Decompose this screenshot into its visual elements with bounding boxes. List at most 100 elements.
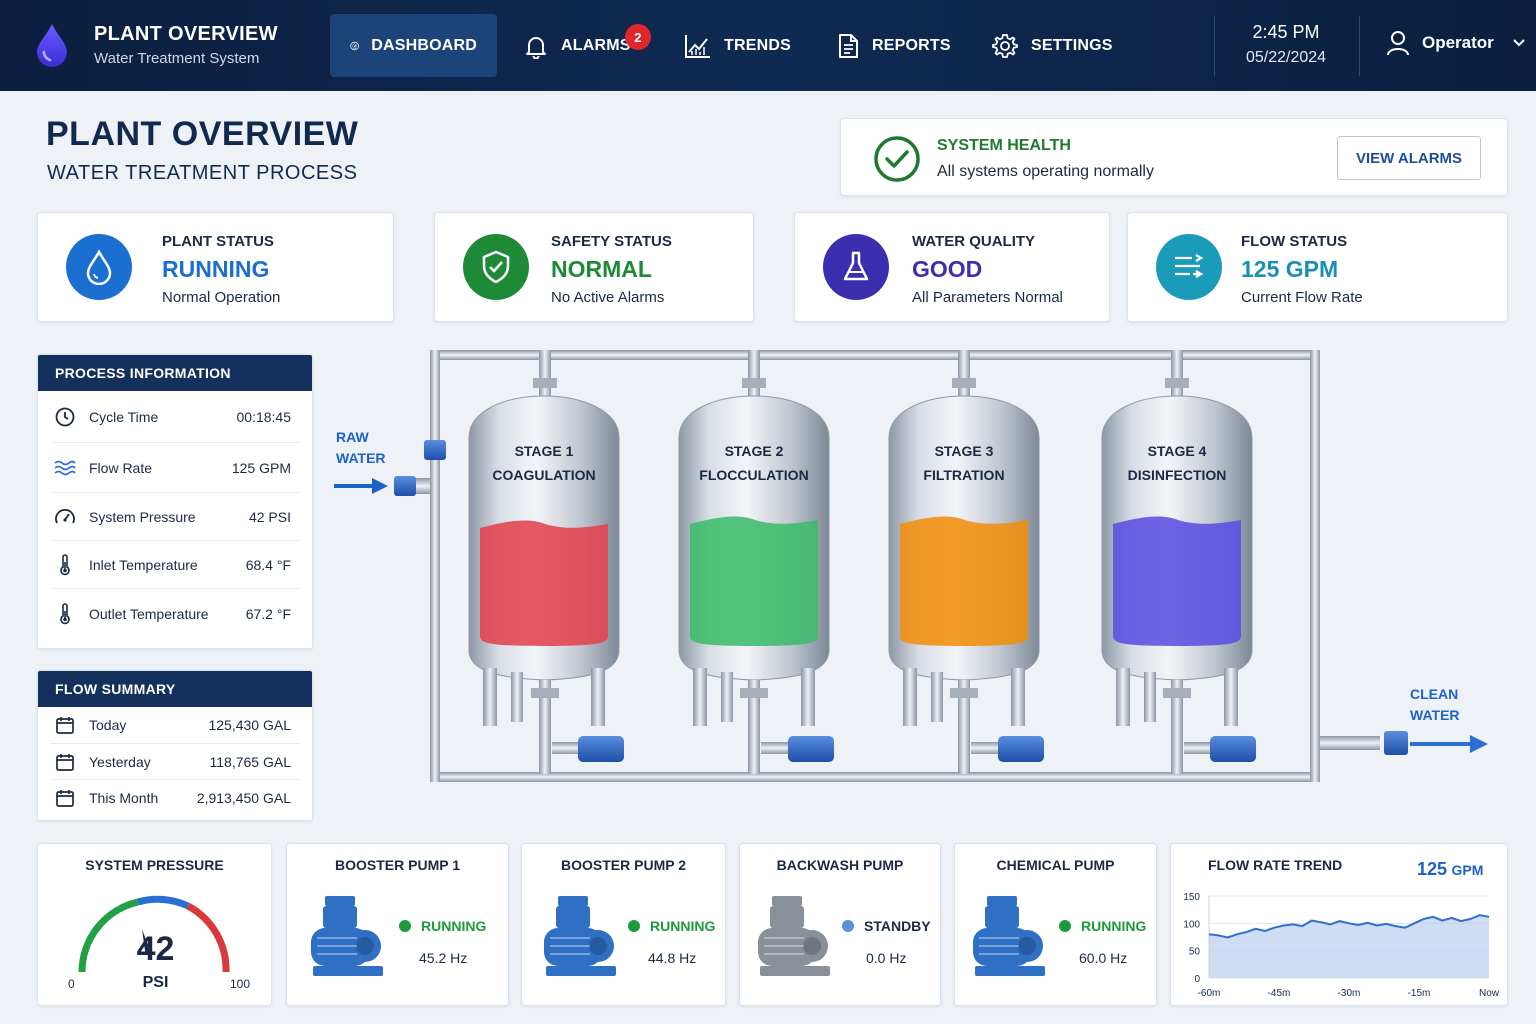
- tank-stage-4[interactable]: STAGE 4 DISINFECTION: [1101, 350, 1256, 774]
- process-diagram: RAW WATER CLEAN WATER STAGE 1 COAGULATIO…: [334, 350, 1488, 782]
- outlet-arrowhead: [1470, 735, 1488, 753]
- waves-icon: [53, 459, 77, 477]
- system-health-title: SYSTEM HEALTH: [937, 137, 1071, 154]
- stat-label: FLOW STATUS: [1241, 233, 1348, 250]
- flow-trend-card[interactable]: FLOW RATE TREND 125 GPM 150 100 50 0 -60m -45…: [1170, 843, 1508, 1006]
- stat-label: SAFETY STATUS: [551, 233, 672, 250]
- tank-4-valve-icon[interactable]: [1210, 736, 1256, 762]
- pump-name: BOOSTER PUMP 2: [561, 857, 686, 873]
- brand-title: PLANT OVERVIEW: [94, 23, 278, 45]
- chevron-down-icon: [1513, 39, 1525, 47]
- process-row-label: Inlet Temperature: [89, 556, 198, 573]
- process-row: Flow Rate 125 GPM: [50, 443, 300, 493]
- y-tick-label: 100: [1183, 919, 1200, 930]
- pump-name: CHEMICAL PUMP: [996, 857, 1115, 873]
- inlet-label-line2: WATER: [336, 450, 386, 466]
- flow-summary-panel: FLOW SUMMARY Today 125,430 GAL Yesterday…: [37, 670, 313, 821]
- outlet-label-line2: WATER: [1410, 707, 1460, 723]
- process-row-label: System Pressure: [89, 508, 196, 525]
- shield-check-icon: [463, 234, 529, 300]
- tank-2-name: FLOCCULATION: [699, 467, 808, 483]
- flow-arrows-icon: [1156, 234, 1222, 300]
- process-row-label: Flow Rate: [89, 459, 153, 476]
- outlet-pipe: [1320, 736, 1380, 750]
- inlet-arrowhead: [372, 478, 388, 494]
- pump-name: BOOSTER PUMP 1: [335, 857, 460, 873]
- pump-frequency: 0.0 Hz: [866, 950, 907, 966]
- left-riser-pipe: [430, 350, 440, 782]
- calendar-icon: [53, 752, 77, 772]
- flow-summary-row: Today 125,430 GAL: [50, 707, 300, 744]
- nav-trends[interactable]: TRENDS: [684, 14, 791, 77]
- stat-label: WATER QUALITY: [912, 233, 1036, 250]
- gauge-icon: [53, 507, 77, 527]
- check-circle-icon: [874, 136, 920, 182]
- pump-frequency: 60.0 Hz: [1079, 950, 1128, 966]
- flow-summary-row: Yesterday 118,765 GAL: [50, 744, 300, 780]
- process-row-label: Outlet Temperature: [89, 606, 209, 622]
- bottom-header-pipe: [430, 772, 1320, 782]
- nav-divider: [1359, 16, 1360, 76]
- nav-settings[interactable]: SETTINGS: [991, 14, 1113, 77]
- x-tick-label: -60m: [1198, 988, 1221, 999]
- status-dot: [842, 920, 854, 932]
- water-quality-card: WATER QUALITY GOOD All Parameters Normal: [794, 212, 1110, 322]
- flow-summary-value: 118,765 GAL: [209, 753, 291, 770]
- flow-summary-label: Yesterday: [89, 753, 151, 770]
- pump-status-label: RUNNING: [421, 918, 487, 934]
- x-tick-label: -30m: [1338, 988, 1361, 999]
- view-alarms-button[interactable]: VIEW ALARMS: [1337, 136, 1481, 180]
- process-row: Cycle Time 00:18:45: [50, 391, 300, 443]
- flow-summary-label: Today: [89, 717, 127, 733]
- current-date: 05/22/2024: [1245, 49, 1327, 66]
- stat-sub: All Parameters Normal: [912, 289, 1063, 306]
- water-drop-icon: [66, 234, 132, 300]
- tank-4-stage: STAGE 4: [1148, 443, 1207, 459]
- brand[interactable]: PLANT OVERVIEW Water Treatment System: [34, 22, 278, 68]
- nav-trends-label: TRENDS: [724, 36, 791, 54]
- top-header-pipe: [430, 350, 1320, 360]
- y-tick-label: 0: [1194, 974, 1200, 985]
- pump-frequency: 44.8 Hz: [648, 950, 697, 966]
- tank-stage-2[interactable]: STAGE 2 FLOCCULATION: [678, 350, 834, 774]
- stat-sub: Current Flow Rate: [1241, 289, 1363, 306]
- tank-stage-3[interactable]: STAGE 3 FILTRATION: [888, 350, 1044, 774]
- stat-sub: Normal Operation: [162, 289, 281, 306]
- tank-3-valve-icon[interactable]: [998, 736, 1044, 762]
- trend-chart-icon: [685, 34, 710, 58]
- tank-1-valve-icon[interactable]: [578, 736, 624, 762]
- pump-status-label: RUNNING: [650, 918, 716, 934]
- nav-reports-label: REPORTS: [872, 36, 951, 54]
- tank-stage-1[interactable]: STAGE 1 COAGULATION: [468, 350, 624, 774]
- pump-name: BACKWASH PUMP: [776, 857, 904, 873]
- pump-card[interactable]: BACKWASH PUMP STANDBY 0.0 Hz: [739, 843, 941, 1006]
- pump-card[interactable]: BOOSTER PUMP 2 RUNNING 44.8 Hz: [521, 843, 726, 1006]
- pump-frequency: 45.2 Hz: [419, 950, 468, 966]
- page-subtitle: WATER TREATMENT PROCESS: [47, 162, 358, 184]
- tank-3-name: FILTRATION: [923, 467, 1004, 483]
- nav-dashboard[interactable]: DASHBOARD: [330, 14, 497, 77]
- inlet-label-line1: RAW: [336, 429, 369, 445]
- pump-card[interactable]: CHEMICAL PUMP RUNNING 60.0 Hz: [954, 843, 1157, 1006]
- clock: 2:45 PM 05/22/2024: [1230, 22, 1342, 67]
- pump-status-label: RUNNING: [1081, 918, 1147, 934]
- status-dot: [399, 920, 411, 932]
- outlet-label-line1: CLEAN: [1410, 686, 1458, 702]
- process-row-value: 67.2 °F: [245, 606, 291, 622]
- process-row-value: 68.4 °F: [245, 556, 291, 573]
- pump-card[interactable]: BOOSTER PUMP 1 RUNNING 45.2 Hz: [286, 843, 509, 1006]
- nav-settings-label: SETTINGS: [1031, 36, 1113, 54]
- nav-alarms[interactable]: ALARMS 2: [523, 14, 651, 77]
- system-health-card: SYSTEM HEALTH All systems operating norm…: [840, 118, 1508, 196]
- nav-alarms-label: ALARMS: [561, 36, 631, 54]
- stat-value: GOOD: [912, 256, 983, 282]
- clean-water-outlet: CLEAN WATER: [1320, 686, 1488, 755]
- tank-2-valve-icon[interactable]: [788, 736, 834, 762]
- flow-summary-value: 2,913,450 GAL: [196, 790, 291, 806]
- user-menu[interactable]: Operator: [1386, 30, 1536, 56]
- pump-icon: [758, 896, 830, 976]
- nav-reports[interactable]: REPORTS: [836, 14, 951, 77]
- process-row-value: 125 GPM: [231, 459, 291, 476]
- thermometer-icon: [53, 603, 77, 625]
- process-row-label: Cycle Time: [89, 408, 159, 425]
